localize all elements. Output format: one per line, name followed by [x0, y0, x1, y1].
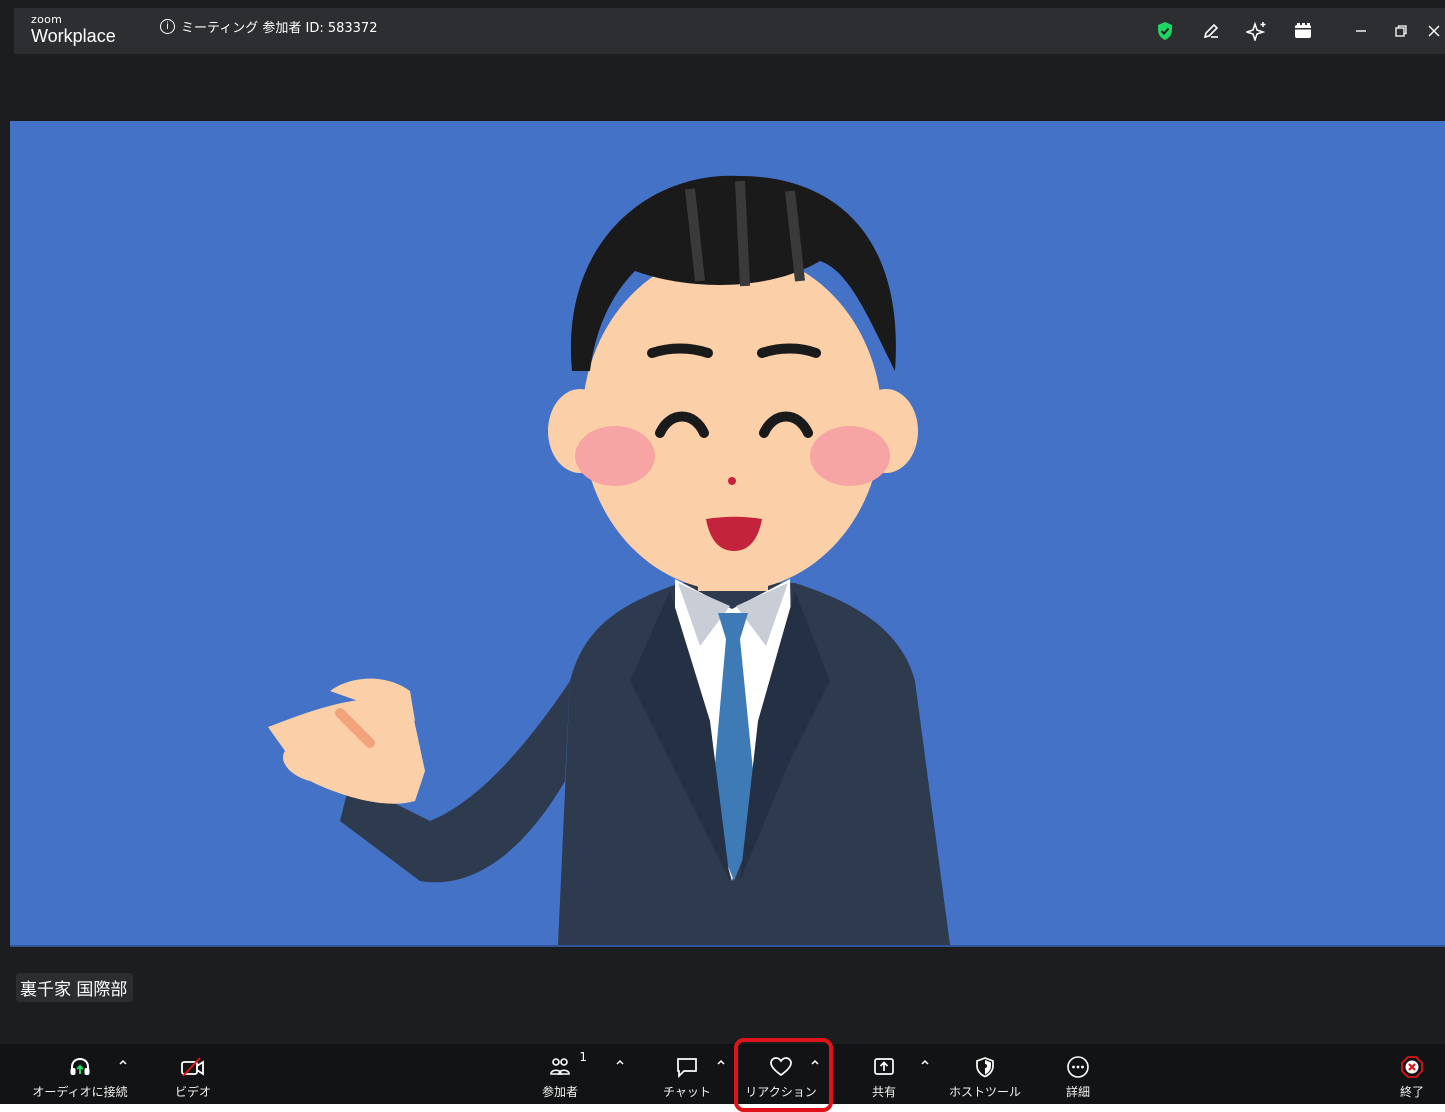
- zoom-meeting-window: zoom Workplace i ミーティング 参加者 ID: 583372 裏…: [0, 0, 1445, 1112]
- end-meeting-icon: [1401, 1056, 1423, 1078]
- audio-button[interactable]: オーディオに接続: [30, 1054, 130, 1100]
- more-icon: [1067, 1056, 1089, 1078]
- video-bottom-bar: 裏千家 国際部: [0, 947, 1445, 1044]
- apps-icon: [1295, 23, 1311, 38]
- video-label: ビデオ: [174, 1085, 211, 1099]
- end-label: 終了: [1399, 1085, 1424, 1099]
- shield-check-icon: [1158, 22, 1172, 40]
- audio-label: オーディオに接続: [32, 1085, 128, 1099]
- participants-options-caret[interactable]: [615, 1058, 625, 1066]
- headphones-icon: [70, 1057, 90, 1075]
- close-icon: [1428, 25, 1440, 37]
- chat-label: チャット: [663, 1085, 711, 1099]
- participant-video: [10, 121, 1445, 947]
- video-top-bar: [14, 54, 1445, 121]
- end-button[interactable]: 終了: [1392, 1054, 1432, 1100]
- video-button[interactable]: ビデオ: [168, 1054, 218, 1100]
- minimize-icon: [1356, 30, 1366, 32]
- participants-count: 1: [579, 1050, 587, 1064]
- sparkle-icon: [1246, 21, 1266, 41]
- restore-icon: [1395, 25, 1407, 37]
- host-tools-label: ホストツール: [948, 1085, 1021, 1099]
- chevron-up-icon: [119, 1059, 127, 1065]
- host-shield-icon: [976, 1057, 994, 1078]
- audio-options-caret[interactable]: [118, 1058, 128, 1066]
- annotate-button[interactable]: [1193, 16, 1229, 46]
- share-button[interactable]: 共有: [864, 1054, 904, 1100]
- chevron-up-icon: [717, 1059, 725, 1065]
- info-icon: i: [160, 19, 175, 34]
- close-button[interactable]: [1427, 16, 1445, 46]
- more-button[interactable]: 詳細: [1058, 1054, 1098, 1100]
- businessman-avatar-image: [268, 175, 950, 945]
- chat-icon: [677, 1058, 697, 1078]
- restore-button[interactable]: [1383, 16, 1419, 46]
- title-bar: zoom Workplace i ミーティング 参加者 ID: 583372: [14, 8, 1445, 54]
- zoom-workplace-logo: zoom Workplace: [31, 14, 116, 45]
- meeting-id-label: ミーティング 参加者 ID: 583372: [181, 21, 378, 36]
- chevron-up-icon: [921, 1059, 929, 1065]
- chat-options-caret[interactable]: [716, 1058, 726, 1066]
- logo-large-text: Workplace: [31, 26, 116, 46]
- logo-small-text: zoom: [31, 13, 63, 26]
- chat-button[interactable]: チャット: [660, 1054, 714, 1100]
- ai-companion-button[interactable]: [1239, 16, 1275, 46]
- participant-name-tag: 裏千家 国際部: [16, 973, 134, 1002]
- minimize-button[interactable]: [1343, 16, 1379, 46]
- share-screen-icon: [874, 1058, 894, 1075]
- video-off-icon: [181, 1057, 204, 1077]
- host-tools-button[interactable]: ホストツール: [945, 1054, 1025, 1100]
- participants-icon: [550, 1058, 570, 1075]
- titlebar-icons: [1137, 8, 1445, 54]
- reactions-highlight-box: [734, 1038, 833, 1112]
- meeting-info-button[interactable]: i ミーティング 参加者 ID: 583372: [160, 17, 377, 36]
- participants-button[interactable]: 1 参加者: [535, 1050, 587, 1100]
- share-options-caret[interactable]: [920, 1058, 930, 1066]
- share-label: 共有: [871, 1085, 896, 1099]
- apps-button[interactable]: [1285, 16, 1321, 46]
- pen-icon: [1203, 23, 1219, 39]
- encryption-shield-button[interactable]: [1147, 16, 1183, 46]
- more-label: 詳細: [1065, 1085, 1090, 1099]
- chevron-up-icon: [616, 1059, 624, 1065]
- participants-label: 参加者: [541, 1085, 578, 1099]
- meeting-toolbar: オーディオに接続 ビデオ 1 参加者 チャット リアクション 共有 ホストツール…: [0, 1044, 1445, 1104]
